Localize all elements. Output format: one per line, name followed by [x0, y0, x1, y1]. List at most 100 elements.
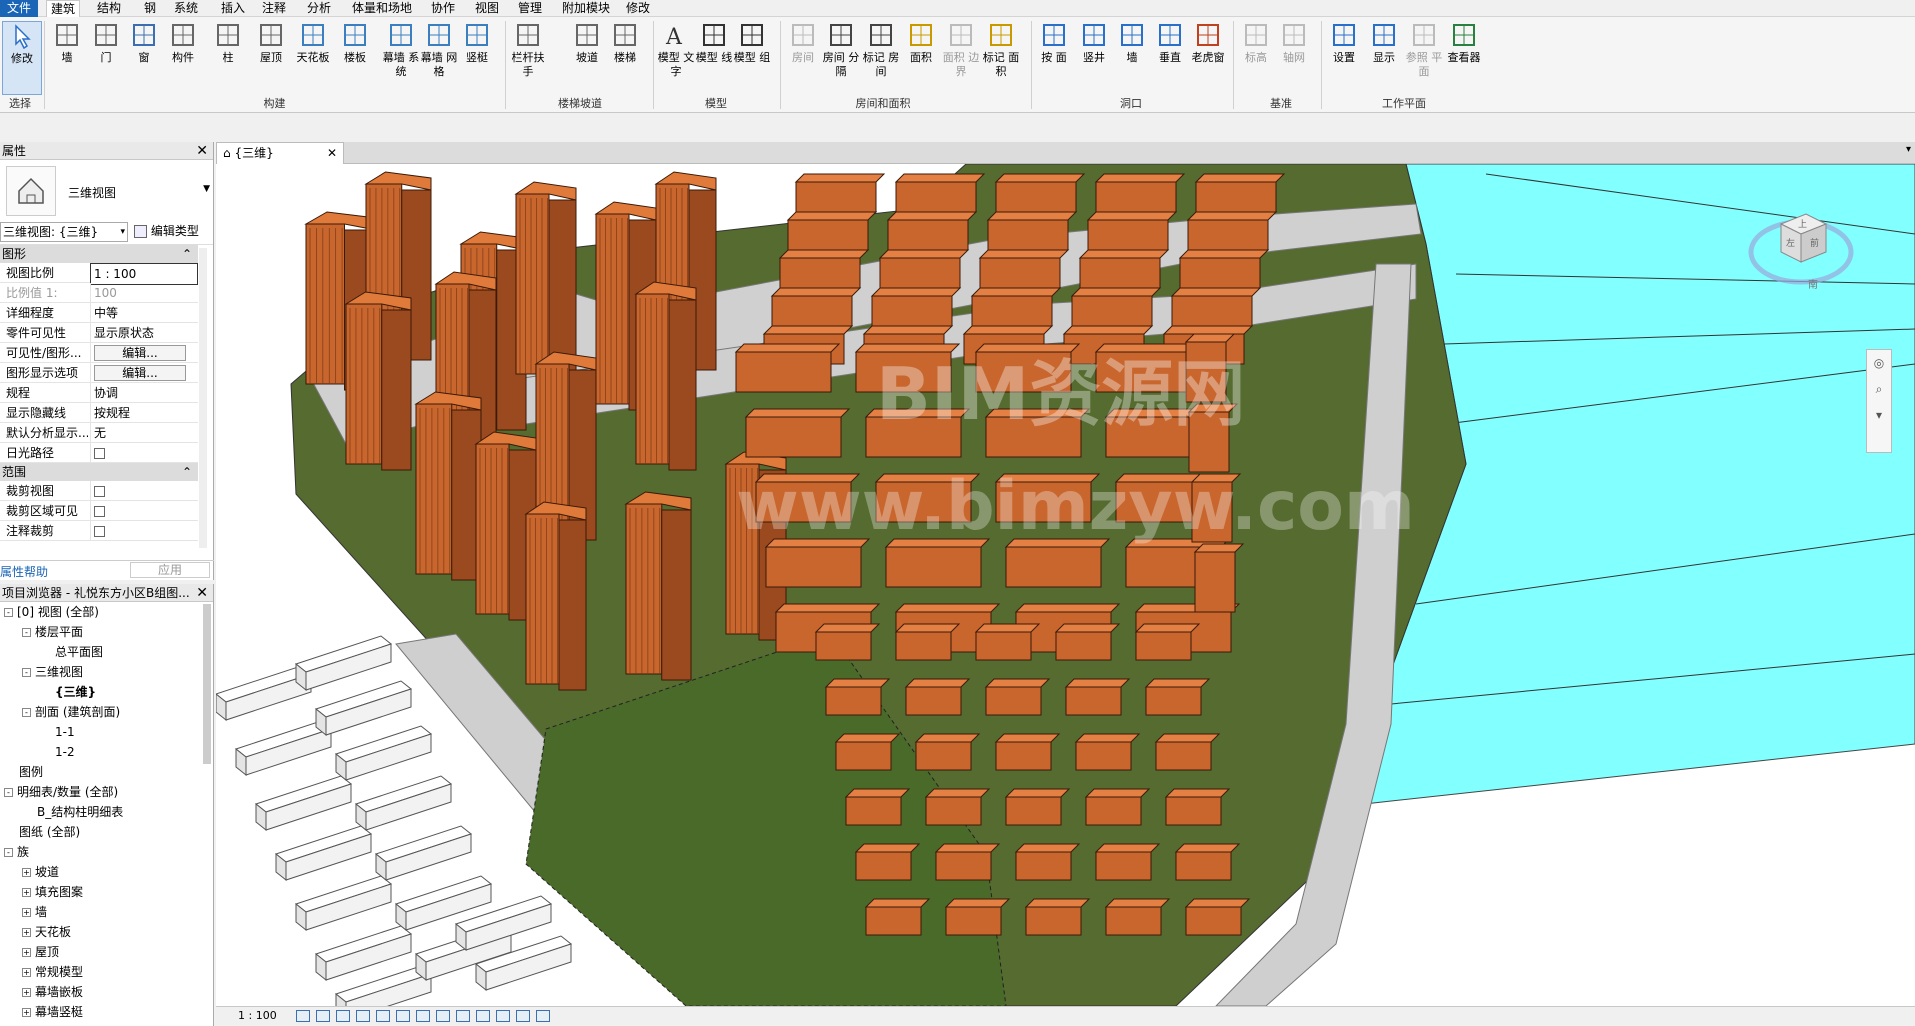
column-button[interactable]: 柱 [208, 21, 248, 65]
property-value[interactable] [90, 443, 198, 463]
roof-button[interactable]: 屋顶 [251, 21, 291, 65]
browser-item[interactable]: + 常规模型 [22, 962, 83, 982]
tab-menu-icon[interactable]: ▾ [1906, 144, 1911, 155]
browser-item[interactable]: + 墙 [22, 902, 47, 922]
browser-item[interactable]: + 填充图案 [22, 882, 83, 902]
browser-item[interactable]: 图纸 (全部) [4, 822, 80, 842]
browser-item[interactable]: - [0] 视图 (全部) [4, 602, 99, 622]
room-button[interactable]: 房间 [783, 21, 823, 65]
viewcube-front-face[interactable]: 前 [1810, 236, 1819, 249]
menu-tab-9[interactable]: 协作 [427, 0, 459, 17]
menu-tab-10[interactable]: 视图 [471, 0, 503, 17]
browser-scrollbar[interactable] [203, 604, 211, 764]
browser-item[interactable]: - 剖面 (建筑剖面) [22, 702, 120, 722]
viewer-button[interactable]: 查看器 [1444, 21, 1484, 65]
expand-icon[interactable]: + [22, 968, 31, 977]
menu-tab-12[interactable]: 附加模块 [558, 0, 614, 17]
browser-item[interactable]: - 三维视图 [22, 662, 83, 682]
collapse-icon[interactable]: ⌃ [182, 463, 192, 481]
unlock-3d-icon[interactable] [436, 1010, 450, 1022]
apply-button[interactable]: 应用 [130, 562, 210, 578]
model-group-button[interactable]: 模型 组 [732, 21, 772, 65]
menu-tab-0[interactable]: 文件 [0, 0, 38, 17]
property-value[interactable]: 1 : 100 [90, 263, 198, 285]
model-text-button[interactable]: A 模型 文字 [656, 21, 696, 79]
close-tab-icon[interactable]: ✕ [327, 143, 337, 163]
railing-button[interactable]: 栏杆扶手 [508, 21, 548, 79]
browser-item[interactable]: B_结构柱明细表 [22, 802, 123, 822]
properties-scrollbar[interactable] [199, 248, 207, 548]
model-line-button[interactable]: 模型 线 [694, 21, 734, 65]
menu-tab-1[interactable]: 建筑 [46, 0, 81, 17]
tag-area-button[interactable]: 标记 面积 [981, 21, 1021, 79]
shaft-button[interactable]: 竖井 [1074, 21, 1114, 65]
menu-tab-13[interactable]: 修改 [622, 0, 654, 17]
property-value[interactable]: 显示原状态 [90, 323, 198, 343]
browser-item[interactable]: + 屋顶 [22, 942, 59, 962]
expand-icon[interactable]: + [22, 1008, 31, 1017]
window-button[interactable]: 窗 [124, 21, 164, 65]
detail-level-icon[interactable] [296, 1010, 310, 1022]
steering-wheel-icon[interactable]: ◎ [1867, 350, 1891, 376]
type-selector[interactable]: 三维视图 ▼ 三维视图: {三维} ▾ 编辑类型 [0, 160, 213, 245]
expand-icon[interactable]: + [22, 988, 31, 997]
expand-icon[interactable]: + [22, 868, 31, 877]
menu-tab-6[interactable]: 注释 [258, 0, 290, 17]
sun-path-icon[interactable] [336, 1010, 350, 1022]
property-value[interactable] [90, 521, 198, 541]
ramp-button[interactable]: 坡道 [567, 21, 607, 65]
vertical-button[interactable]: 垂直 [1150, 21, 1190, 65]
wall-button[interactable]: 墙 [47, 21, 87, 65]
property-value[interactable]: 按规程 [90, 403, 198, 423]
menu-tab-5[interactable]: 插入 [217, 0, 249, 17]
browser-item[interactable]: 图例 [4, 762, 43, 782]
expand-icon[interactable]: + [22, 888, 31, 897]
crop-view-icon[interactable] [396, 1010, 410, 1022]
browser-item[interactable]: 总平面图 [40, 642, 103, 662]
edit-button[interactable]: 编辑... [94, 345, 186, 361]
properties-section-graphics[interactable]: 图形 ⌃ [0, 245, 198, 263]
property-value[interactable]: 编辑... [90, 343, 198, 363]
browser-item[interactable]: - 明细表/数量 (全部) [4, 782, 118, 802]
wall-opening-button[interactable]: 墙 [1112, 21, 1152, 65]
close-icon[interactable]: ✕ [196, 142, 208, 160]
analytical-model-icon[interactable] [496, 1010, 510, 1022]
property-value[interactable] [90, 481, 198, 501]
curtain-system-button[interactable]: 幕墙 系统 [381, 21, 421, 79]
property-value[interactable] [90, 501, 198, 521]
render-icon[interactable] [376, 1010, 390, 1022]
area-boundary-button[interactable]: 面积 边界 [941, 21, 981, 79]
viewcube[interactable]: 左 前 上 南 [1746, 184, 1856, 294]
set-button[interactable]: 设置 [1324, 21, 1364, 65]
browser-item[interactable]: + 坡道 [22, 862, 59, 882]
expand-icon[interactable]: + [22, 928, 31, 937]
property-value[interactable]: 中等 [90, 303, 198, 323]
collapse-icon[interactable]: - [22, 628, 31, 637]
menu-tab-8[interactable]: 体量和场地 [348, 0, 416, 17]
component-button[interactable]: 构件 [163, 21, 203, 65]
view-tab-3d[interactable]: ⌂ {三维} ✕ [216, 142, 344, 164]
shadows-icon[interactable] [356, 1010, 370, 1022]
menu-tab-7[interactable]: 分析 [303, 0, 335, 17]
property-value[interactable]: 100 [90, 283, 198, 303]
ceiling-button[interactable]: 天花板 [293, 21, 333, 65]
property-value[interactable]: 协调 [90, 383, 198, 403]
property-value[interactable]: 编辑... [90, 363, 198, 383]
visual-style-icon[interactable] [316, 1010, 330, 1022]
expand-icon[interactable]: + [22, 948, 31, 957]
collapse-icon[interactable]: - [22, 708, 31, 717]
checkbox[interactable] [94, 526, 105, 537]
tag-room-button[interactable]: 标记 房间 [861, 21, 901, 79]
properties-section-extents[interactable]: 范围 ⌃ [0, 463, 198, 481]
highlight-displacement-icon[interactable] [516, 1010, 530, 1022]
mullion-button[interactable]: 竖梃 [457, 21, 497, 65]
door-button[interactable]: 门 [86, 21, 126, 65]
show-crop-icon[interactable] [416, 1010, 430, 1022]
instance-selector[interactable]: 三维视图: {三维} ▾ [0, 222, 128, 242]
browser-item[interactable]: 1-1 [40, 722, 75, 742]
collapse-icon[interactable]: - [4, 608, 13, 617]
collapse-icon[interactable]: - [4, 848, 13, 857]
browser-item[interactable]: + 幕墙嵌板 [22, 982, 83, 1002]
browser-item[interactable]: + 幕墙竖梃 [22, 1002, 83, 1022]
zoom-icon[interactable]: ⌕ [1867, 376, 1891, 402]
